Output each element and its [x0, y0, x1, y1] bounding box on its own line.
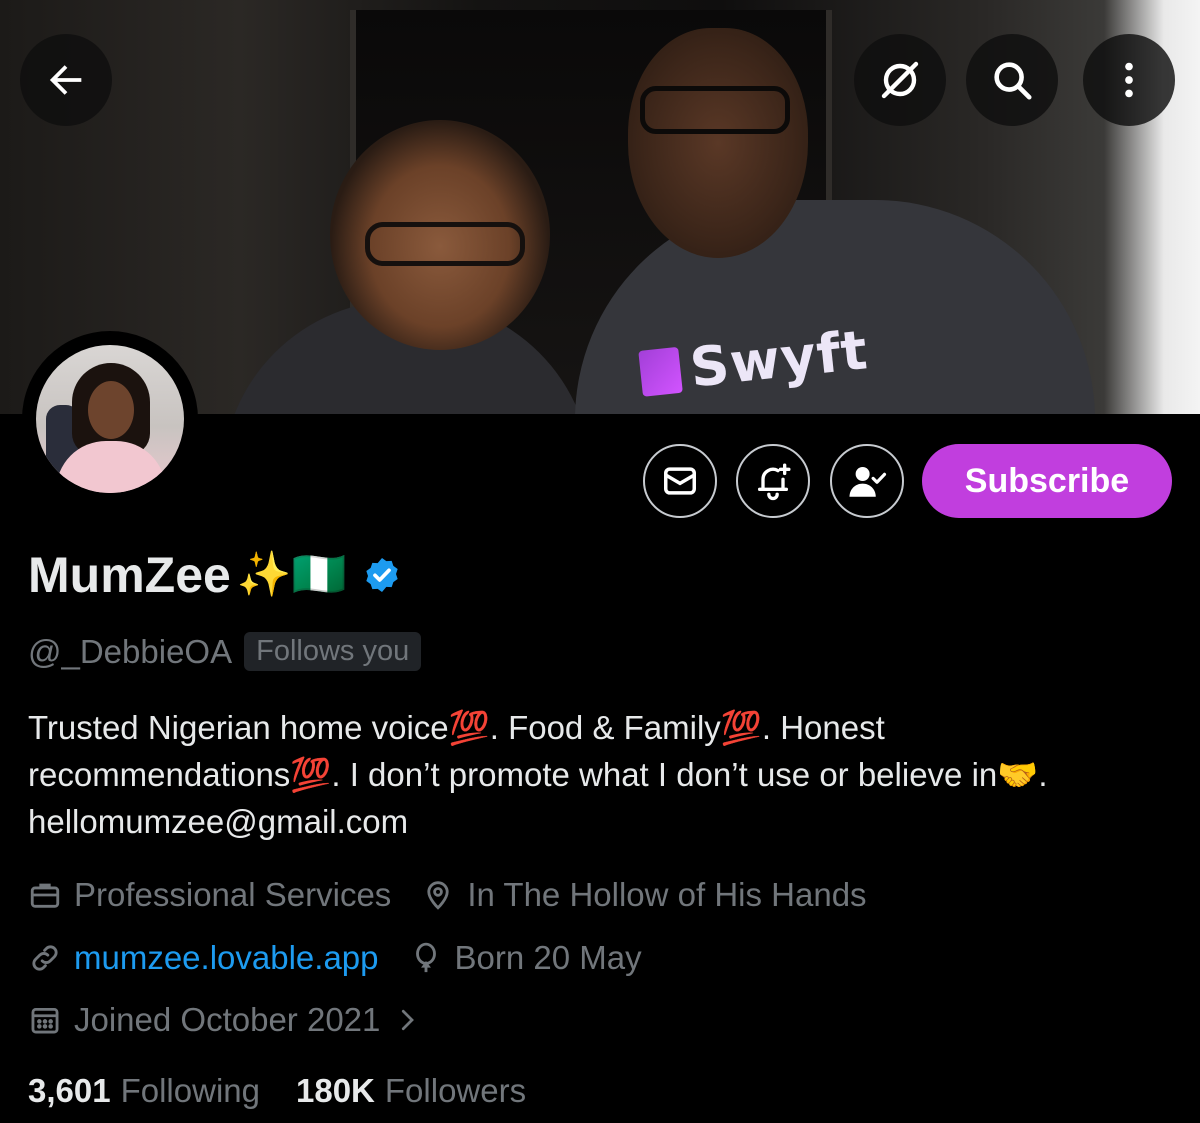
birthday-label: Born 20 May — [454, 939, 642, 976]
category-label: Professional Services — [74, 876, 392, 913]
followers-stat[interactable]: 180K Followers — [296, 1072, 562, 1110]
more-vertical-icon — [1125, 62, 1133, 98]
meta-joined[interactable]: Joined October 2021 — [28, 1001, 422, 1039]
location-pin-icon — [427, 881, 449, 910]
chevron-right-icon — [402, 1009, 415, 1031]
followers-count: 180K — [296, 1072, 375, 1109]
joined-label: Joined October 2021 — [74, 1001, 381, 1038]
verified-badge-icon[interactable] — [362, 555, 402, 595]
notifications-button[interactable] — [736, 444, 810, 518]
envelope-icon — [664, 467, 696, 495]
website-link[interactable]: mumzee.lovable.app — [74, 939, 379, 977]
location-label: In The Hollow of His Hands — [467, 876, 867, 913]
grok-button[interactable] — [854, 34, 946, 126]
banner-glasses-left — [365, 222, 525, 266]
banner-person-right — [628, 28, 808, 258]
avatar-image — [36, 345, 184, 493]
profile-avatar[interactable] — [22, 331, 198, 507]
meta-website[interactable]: mumzee.lovable.app — [28, 939, 379, 977]
following-button[interactable] — [830, 444, 904, 518]
meta-birthday: Born 20 May — [409, 939, 642, 977]
subscribe-button[interactable]: Subscribe — [922, 444, 1172, 518]
follows-you-badge: Follows you — [244, 632, 422, 671]
follow-stats: 3,601 Following 180K Followers — [28, 1072, 562, 1110]
back-button[interactable] — [20, 34, 112, 126]
arrow-left-icon — [49, 65, 82, 95]
meta-row-3[interactable]: Joined October 2021 — [28, 1001, 452, 1039]
search-button[interactable] — [966, 34, 1058, 126]
meta-row-1: Professional Services In The Hollow of H… — [28, 876, 897, 914]
followers-label: Followers — [384, 1072, 527, 1109]
balloon-icon — [415, 942, 436, 973]
profile-name-row: MumZee ✨🇳🇬 — [28, 546, 402, 604]
following-label: Following — [120, 1072, 260, 1109]
more-button[interactable] — [1083, 34, 1175, 126]
user-check-icon — [849, 467, 887, 497]
profile-bio: Trusted Nigerian home voice💯. Food & Fam… — [28, 709, 1048, 840]
banner-glasses-right — [640, 86, 790, 134]
handle-row: @_DebbieOA Follows you — [28, 632, 422, 671]
display-name: MumZee — [28, 547, 231, 603]
message-button[interactable] — [643, 444, 717, 518]
meta-row-2: mumzee.lovable.app Born 20 May — [28, 939, 672, 977]
calendar-icon — [31, 1007, 59, 1034]
meta-category: Professional Services — [28, 876, 391, 914]
name-emoji: ✨🇳🇬 — [236, 550, 347, 599]
search-icon — [994, 62, 1032, 100]
brand-mark-icon — [638, 346, 683, 397]
bell-plus-icon — [758, 463, 791, 501]
grok-icon — [881, 61, 919, 99]
following-count: 3,601 — [28, 1072, 111, 1109]
following-stat[interactable]: 3,601 Following — [28, 1072, 296, 1110]
briefcase-icon — [30, 883, 60, 908]
avatar-face — [88, 381, 134, 439]
user-handle: @_DebbieOA — [28, 632, 233, 670]
meta-location: In The Hollow of His Hands — [421, 876, 867, 914]
link-icon — [32, 945, 58, 971]
